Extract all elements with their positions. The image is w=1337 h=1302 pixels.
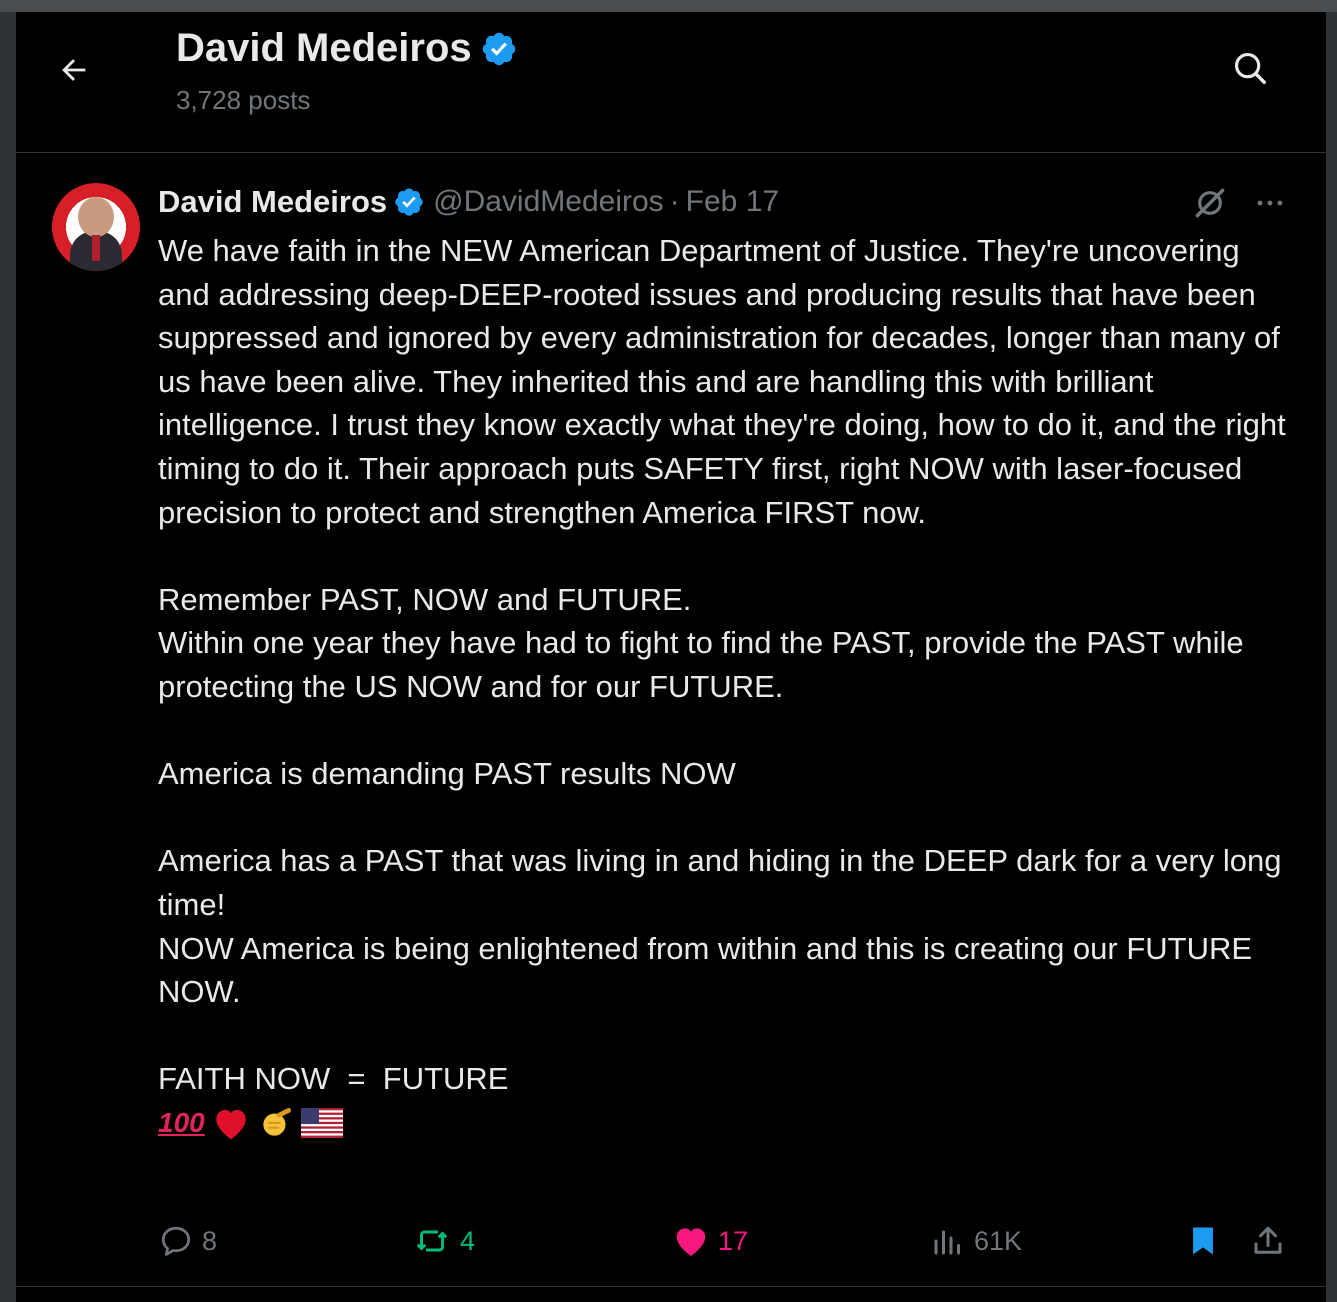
analytics-bars-icon	[934, 1230, 960, 1255]
profile-timeline-column: David Medeiros 3,728 posts David Medeiro…	[15, 12, 1327, 1302]
heart-filled-icon	[676, 1228, 706, 1257]
post-paragraph: We have faith in the NEW American Depart…	[158, 233, 1286, 530]
author-name[interactable]: David Medeiros	[158, 184, 387, 220]
post-article[interactable]: David Medeiros @DavidMedeiros · Feb 17 W…	[16, 153, 1326, 1287]
hundred-points-icon: 100	[158, 1107, 205, 1139]
verified-badge-icon	[480, 30, 518, 68]
emoji-row: 100	[158, 1101, 1298, 1145]
post-paragraph: Within one year they have had to fight t…	[158, 625, 1244, 704]
search-button[interactable]	[1228, 46, 1272, 90]
post-date[interactable]: Feb 17	[686, 185, 779, 219]
bookmark-button[interactable]	[1186, 1219, 1220, 1263]
us-flag-icon	[300, 1107, 343, 1138]
repost-icon	[416, 1230, 448, 1252]
red-heart-icon	[215, 1109, 246, 1140]
profile-header-bar: David Medeiros 3,728 posts	[16, 12, 1326, 153]
share-button[interactable]	[1250, 1219, 1286, 1263]
header-profile-name: David Medeiros	[176, 26, 472, 70]
arrow-left-icon	[62, 59, 86, 81]
avatar-face-shape	[78, 197, 114, 237]
like-count: 17	[718, 1225, 749, 1256]
grok-icon	[1195, 188, 1225, 218]
reply-count: 8	[202, 1225, 218, 1256]
post-text: We have faith in the NEW American Depart…	[158, 229, 1298, 1145]
avatar-tie-shape	[92, 235, 100, 261]
more-dots-icon	[1257, 200, 1283, 206]
bookmark-filled-icon	[1193, 1227, 1213, 1255]
verified-badge-icon	[393, 186, 425, 218]
like-button[interactable]: 17	[672, 1219, 748, 1263]
post-paragraph: America has a PAST that was living in an…	[158, 843, 1282, 922]
repost-count: 4	[460, 1225, 476, 1256]
reply-bubble-icon	[161, 1226, 191, 1256]
author-avatar[interactable]	[52, 183, 140, 271]
post-paragraph: America is demanding PAST results NOW	[158, 756, 736, 792]
post-action-bar: 8 4 17 61K	[158, 1219, 1298, 1263]
author-handle[interactable]: @DavidMedeiros	[433, 185, 664, 219]
window-top-strip	[0, 0, 1337, 12]
back-button[interactable]	[52, 48, 96, 92]
grok-button[interactable]	[1188, 181, 1232, 225]
header-title: David Medeiros	[176, 26, 518, 71]
post-paragraph: FAITH NOW = FUTURE	[158, 1061, 509, 1097]
more-options-button[interactable]	[1248, 181, 1292, 225]
meta-separator: ·	[669, 185, 680, 218]
post-paragraph: NOW America is being enlightened from wi…	[158, 930, 1253, 1010]
post-header: David Medeiros @DavidMedeiros · Feb 17	[158, 183, 779, 221]
header-posts-count: 3,728 posts	[176, 85, 311, 115]
share-upload-icon	[1254, 1226, 1282, 1254]
reply-button[interactable]: 8	[158, 1219, 217, 1263]
view-count: 61K	[974, 1225, 1023, 1256]
views-button[interactable]: 61K	[930, 1219, 1022, 1263]
search-icon	[1234, 52, 1266, 84]
post-paragraph: Remember PAST, NOW and FUTURE.	[158, 581, 692, 617]
repost-button[interactable]: 4	[412, 1219, 475, 1263]
pointing-hand-icon	[263, 1107, 291, 1136]
